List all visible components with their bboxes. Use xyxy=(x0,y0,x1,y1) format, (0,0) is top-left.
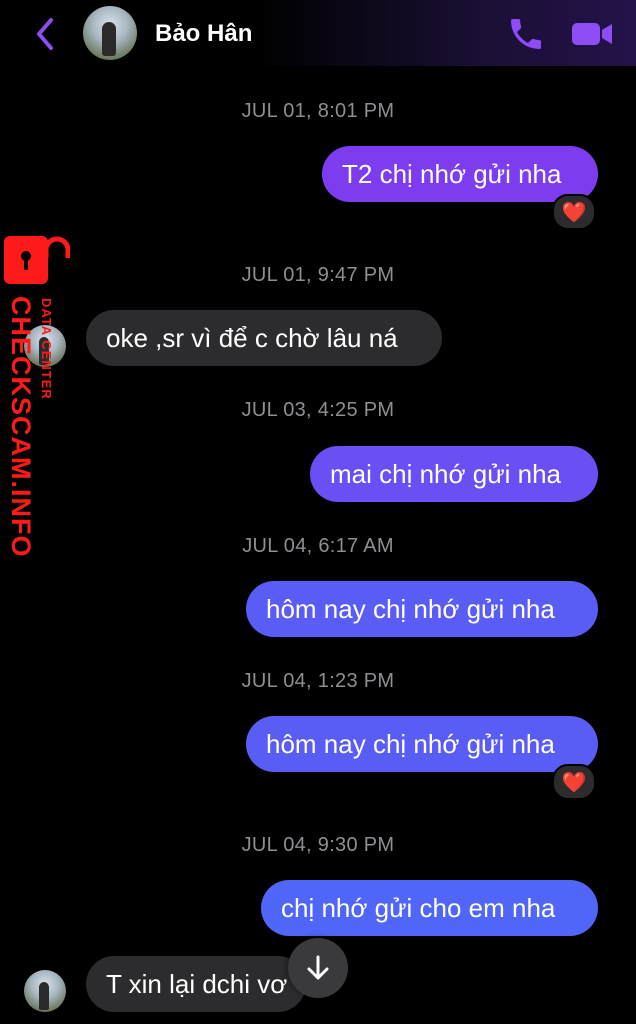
message-text: chị nhớ gửi cho em nha xyxy=(281,892,556,923)
timestamp: JUL 04, 6:17 AM xyxy=(242,535,394,557)
timestamp: JUL 01, 8:01 PM xyxy=(241,100,395,122)
chevron-left-icon xyxy=(37,18,53,50)
lock-icon xyxy=(4,236,70,284)
incoming-message[interactable]: oke ,sr vì để c chờ lâu ná xyxy=(86,310,442,366)
incoming-message[interactable]: T xin lại dchi vơ xyxy=(86,956,306,1012)
outgoing-message[interactable]: T2 chị nhớ gửi nha xyxy=(322,146,598,202)
timestamp: JUL 03, 4:25 PM xyxy=(241,399,395,421)
timestamp: JUL 01, 9:47 PM xyxy=(241,264,395,286)
contact-name[interactable]: Bảo Hân xyxy=(155,20,252,48)
watermark-subtext: DATA CENTER xyxy=(39,298,54,400)
heart-icon: ❤️ xyxy=(561,201,587,224)
heart-reaction[interactable]: ❤️ xyxy=(552,194,596,230)
timestamp: JUL 04, 9:30 PM xyxy=(241,834,395,856)
outgoing-message[interactable]: mai chị nhớ gửi nha xyxy=(310,446,598,502)
back-button[interactable] xyxy=(28,14,62,54)
outgoing-message[interactable]: hôm nay chị nhớ gửi nha xyxy=(246,716,598,772)
sender-avatar[interactable] xyxy=(24,970,66,1012)
outgoing-message[interactable]: hôm nay chị nhớ gửi nha xyxy=(246,581,598,637)
timestamp: JUL 04, 1:23 PM xyxy=(241,670,395,692)
phone-icon xyxy=(511,19,541,49)
arrow-down-icon xyxy=(307,955,329,980)
message-text: oke ,sr vì để c chờ lâu ná xyxy=(106,322,398,353)
video-camera-icon xyxy=(572,23,612,45)
message-text: T2 chị nhớ gửi nha xyxy=(342,158,562,189)
watermark-text: CHECKSCAM.INFO xyxy=(6,296,36,558)
message-text: T xin lại dchi vơ xyxy=(106,968,288,999)
outgoing-message[interactable]: chị nhớ gửi cho em nha xyxy=(261,880,598,936)
call-button[interactable] xyxy=(506,14,546,54)
message-text: hôm nay chị nhớ gửi nha xyxy=(266,728,555,759)
scroll-to-bottom-button[interactable] xyxy=(288,938,348,998)
message-text: hôm nay chị nhớ gửi nha xyxy=(266,593,555,624)
chat-header: Bảo Hân xyxy=(0,0,636,66)
contact-avatar[interactable] xyxy=(83,6,137,60)
video-call-button[interactable] xyxy=(570,14,614,54)
message-text: mai chị nhớ gửi nha xyxy=(330,458,562,489)
heart-reaction[interactable]: ❤️ xyxy=(552,764,596,800)
heart-icon: ❤️ xyxy=(561,771,587,794)
